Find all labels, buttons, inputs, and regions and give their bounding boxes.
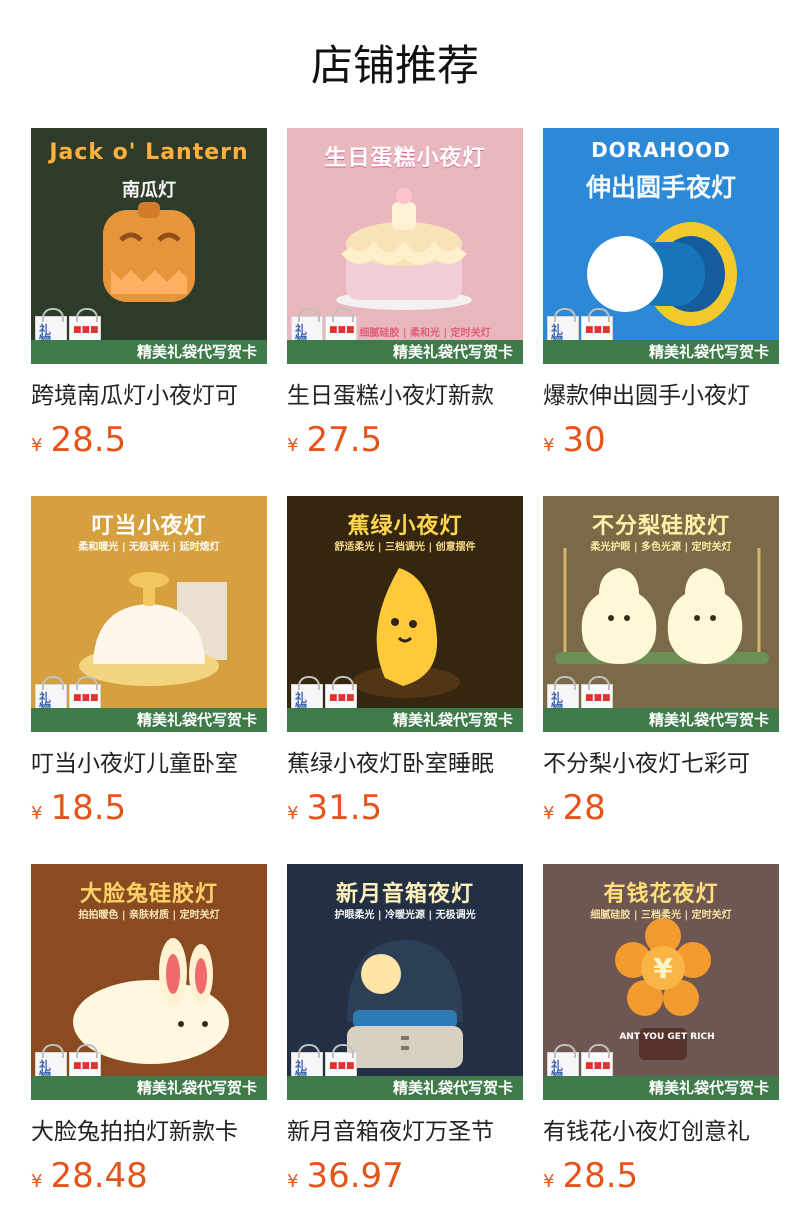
product-name[interactable]: 生日蛋糕小夜灯新款 xyxy=(287,380,523,412)
image-title: 叮当小夜灯 xyxy=(91,514,207,539)
image-subtitle: 细腻硅胶 | 柔和光 | 定时关灯 xyxy=(359,328,491,339)
currency-symbol: ¥ xyxy=(31,435,43,456)
money-flower-lamp-icon: ¥ xyxy=(615,918,711,1060)
gift-bag-banner: 精美礼袋代写贺卡 xyxy=(31,708,267,732)
svg-text:¥: ¥ xyxy=(653,952,673,985)
product-name[interactable]: 大脸兔拍拍灯新款卡 xyxy=(31,1116,267,1148)
currency-symbol: ¥ xyxy=(543,803,555,824)
product-price-row: ¥36.97 xyxy=(287,1156,523,1196)
product-name[interactable]: 不分梨小夜灯七彩可 xyxy=(543,748,779,780)
product-name[interactable]: 叮当小夜灯儿童卧室 xyxy=(31,748,267,780)
product-image-birthday-cake-lamp[interactable]: 生日蛋糕小夜灯 细腻硅胶 | 柔和光 | 定时关灯 礼物■■■ 精美礼袋代写贺卡 xyxy=(287,128,523,364)
product-card-pumpkin-lamp[interactable]: Jack o' Lantern 南瓜灯 礼物■■■ 精美礼袋代写贺卡 跨境南瓜灯… xyxy=(31,128,267,496)
product-name[interactable]: 新月音箱夜灯万圣节 xyxy=(287,1116,523,1148)
pear-lamp-icon xyxy=(555,548,769,664)
product-price: 28.5 xyxy=(50,420,127,460)
currency-symbol: ¥ xyxy=(543,1171,555,1192)
product-price-row: ¥28.48 xyxy=(31,1156,267,1196)
currency-symbol: ¥ xyxy=(287,803,299,824)
currency-symbol: ¥ xyxy=(31,803,43,824)
product-card-round-hand-lamp[interactable]: DORAHOOD 伸出圆手夜灯 礼物■■■ 精美礼袋代写贺卡 爆款伸出圆手小夜灯… xyxy=(543,128,779,496)
product-price-row: ¥31.5 xyxy=(287,788,523,828)
image-title: 大脸兔硅胶灯 xyxy=(79,882,218,907)
product-price-row: ¥28 xyxy=(543,788,779,828)
product-card-birthday-cake-lamp[interactable]: 生日蛋糕小夜灯 细腻硅胶 | 柔和光 | 定时关灯 礼物■■■ 精美礼袋代写贺卡… xyxy=(287,128,523,496)
product-price-row: ¥30 xyxy=(543,420,779,460)
page-title: 店铺推荐 xyxy=(310,41,479,90)
gift-bag-banner: 精美礼袋代写贺卡 xyxy=(287,708,523,732)
product-image-pear-lamp[interactable]: 不分梨硅胶灯 柔光护眼 | 多色光源 | 定时关灯 礼物■■■ 精美礼袋代写贺卡 xyxy=(543,496,779,732)
product-price: 28.48 xyxy=(50,1156,148,1196)
product-image-moon-speaker-lamp[interactable]: 新月音箱夜灯 护眼柔光 | 冷暖光源 | 无极调光 礼物■■■ 精美礼袋代写贺卡 xyxy=(287,864,523,1100)
product-name[interactable]: 爆款伸出圆手小夜灯 xyxy=(543,380,779,412)
product-card-rabbit-lamp[interactable]: 大脸兔硅胶灯 拍拍暖色 | 亲肤材质 | 定时关灯 礼物■■■ 精美礼袋代写贺卡… xyxy=(31,864,267,1232)
product-price-row: ¥18.5 xyxy=(31,788,267,828)
image-title: 生日蛋糕小夜灯 xyxy=(324,146,486,171)
product-grid: Jack o' Lantern 南瓜灯 礼物■■■ 精美礼袋代写贺卡 跨境南瓜灯… xyxy=(31,128,790,1232)
image-title: 有钱花夜灯 xyxy=(603,882,719,907)
product-card-banana-lamp[interactable]: 蕉绿小夜灯 舒适柔光 | 三档调光 | 创意摆件 礼物■■■ 精美礼袋代写贺卡 … xyxy=(287,496,523,864)
currency-symbol: ¥ xyxy=(287,435,299,456)
image-title: 新月音箱夜灯 xyxy=(335,882,474,907)
gift-bag-banner: 精美礼袋代写贺卡 xyxy=(31,1076,267,1100)
image-subtitle: 伸出圆手夜灯 xyxy=(585,173,736,202)
product-image-money-flower-lamp[interactable]: 有钱花夜灯 细腻硅胶 | 三档柔光 | 定时关灯 ¥ ANT YOU GET R… xyxy=(543,864,779,1100)
product-name[interactable]: 蕉绿小夜灯卧室睡眠 xyxy=(287,748,523,780)
product-card-moon-speaker-lamp[interactable]: 新月音箱夜灯 护眼柔光 | 冷暖光源 | 无极调光 礼物■■■ 精美礼袋代写贺卡… xyxy=(287,864,523,1232)
product-price: 28 xyxy=(562,788,606,828)
image-subtitle: 拍拍暖色 | 亲肤材质 | 定时关灯 xyxy=(78,910,220,921)
product-image-pumpkin-lamp[interactable]: Jack o' Lantern 南瓜灯 礼物■■■ 精美礼袋代写贺卡 xyxy=(31,128,267,364)
product-price-row: ¥28.5 xyxy=(31,420,267,460)
currency-symbol: ¥ xyxy=(543,435,555,456)
gift-bag-banner: 精美礼袋代写贺卡 xyxy=(287,340,523,364)
product-price: 31.5 xyxy=(306,788,383,828)
product-price: 28.5 xyxy=(562,1156,639,1196)
flower-pot-text: ANT YOU GET RICH xyxy=(619,1032,715,1042)
product-price-row: ¥28.5 xyxy=(543,1156,779,1196)
image-subtitle: 柔和暖光 | 无极调光 | 延时熄灯 xyxy=(78,542,220,553)
image-subtitle: 舒适柔光 | 三档调光 | 创意摆件 xyxy=(334,542,476,553)
product-name[interactable]: 跨境南瓜灯小夜灯可 xyxy=(31,380,267,412)
gift-bag-banner: 精美礼袋代写贺卡 xyxy=(543,340,779,364)
product-card-bell-lamp[interactable]: 叮当小夜灯 柔和暖光 | 无极调光 | 延时熄灯 礼物■■■ 精美礼袋代写贺卡 … xyxy=(31,496,267,864)
product-image-rabbit-lamp[interactable]: 大脸兔硅胶灯 拍拍暖色 | 亲肤材质 | 定时关灯 礼物■■■ 精美礼袋代写贺卡 xyxy=(31,864,267,1100)
currency-symbol: ¥ xyxy=(31,1171,43,1192)
product-card-pear-lamp[interactable]: 不分梨硅胶灯 柔光护眼 | 多色光源 | 定时关灯 礼物■■■ 精美礼袋代写贺卡… xyxy=(543,496,779,864)
gift-bag-banner: 精美礼袋代写贺卡 xyxy=(287,1076,523,1100)
gift-bag-banner: 精美礼袋代写贺卡 xyxy=(31,340,267,364)
bell-lamp-icon xyxy=(79,572,227,686)
image-title: Jack o' Lantern xyxy=(49,140,249,165)
product-name[interactable]: 有钱花小夜灯创意礼 xyxy=(543,1116,779,1148)
currency-symbol: ¥ xyxy=(287,1171,299,1192)
product-image-round-hand-lamp[interactable]: DORAHOOD 伸出圆手夜灯 礼物■■■ 精美礼袋代写贺卡 xyxy=(543,128,779,364)
image-subtitle: 南瓜灯 xyxy=(122,180,176,201)
product-price: 36.97 xyxy=(306,1156,404,1196)
product-price: 18.5 xyxy=(50,788,127,828)
product-image-bell-lamp[interactable]: 叮当小夜灯 柔和暖光 | 无极调光 | 延时熄灯 礼物■■■ 精美礼袋代写贺卡 xyxy=(31,496,267,732)
image-title: 不分梨硅胶灯 xyxy=(591,514,730,539)
gift-bag-banner: 精美礼袋代写贺卡 xyxy=(543,1076,779,1100)
image-subtitle: 护眼柔光 | 冷暖光源 | 无极调光 xyxy=(334,910,476,921)
image-title: 蕉绿小夜灯 xyxy=(347,514,463,539)
banana-lamp-icon xyxy=(352,568,460,698)
product-card-money-flower-lamp[interactable]: 有钱花夜灯 细腻硅胶 | 三档柔光 | 定时关灯 ¥ ANT YOU GET R… xyxy=(543,864,779,1232)
product-price: 27.5 xyxy=(306,420,383,460)
product-price-row: ¥27.5 xyxy=(287,420,523,460)
product-image-banana-lamp[interactable]: 蕉绿小夜灯 舒适柔光 | 三档调光 | 创意摆件 礼物■■■ 精美礼袋代写贺卡 xyxy=(287,496,523,732)
pumpkin-lamp-icon xyxy=(103,202,195,302)
product-price: 30 xyxy=(562,420,606,460)
image-title: DORAHOOD xyxy=(591,138,731,162)
birthday-cake-lamp-icon xyxy=(336,188,472,310)
gift-bag-banner: 精美礼袋代写贺卡 xyxy=(543,708,779,732)
